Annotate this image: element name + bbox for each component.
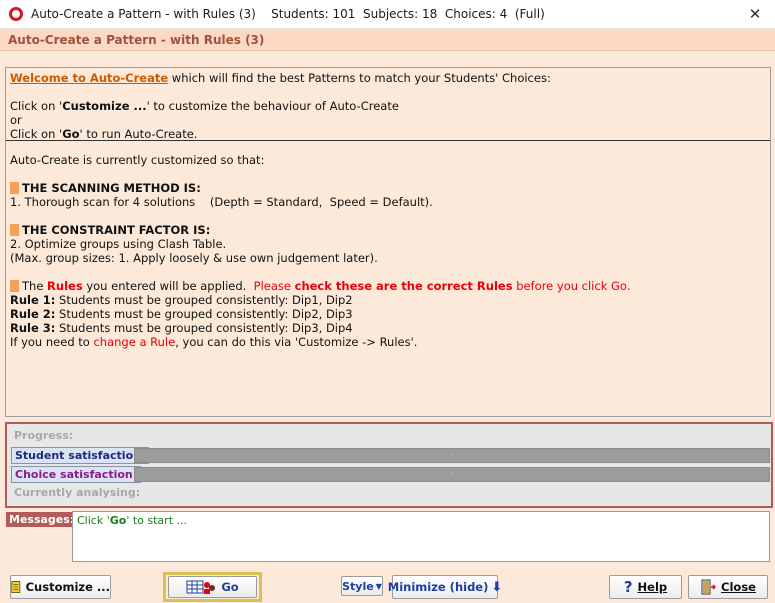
go-instr-pre: Click on ' <box>10 127 63 141</box>
go-button-label: Go <box>221 580 239 594</box>
rule-row: Rule 1: Students must be grouped consist… <box>10 293 770 307</box>
rule-text: Students must be grouped consistently: D… <box>55 307 353 321</box>
customize-button[interactable]: Customize ... <box>10 575 111 599</box>
customize-button-label: Customize ... <box>25 580 110 594</box>
progress-label: Progress: <box>14 429 74 442</box>
window-title: Auto-Create a Pattern - with Rules (3) S… <box>31 7 545 21</box>
section-marker <box>10 182 19 194</box>
close-button-label: Close <box>721 580 756 594</box>
customize-instr-post: ' to customize the behaviour of Auto-Cre… <box>146 99 399 113</box>
constraint-heading: THE CONSTRAINT FACTOR IS: <box>22 223 211 237</box>
rule-row: Rule 2: Students must be grouped consist… <box>10 307 770 321</box>
minimize-button[interactable]: Minimize (hide) ⬇ <box>388 575 502 599</box>
constraint-line-1: 2. Optimize groups using Clash Table. <box>10 237 227 251</box>
rules-mid: you entered will be applied. <box>82 279 254 293</box>
student-satisfaction-bar: - <box>134 448 770 463</box>
scan-line: 1. Thorough scan for 4 solutions (Depth … <box>10 195 433 209</box>
rule-label: Rule 3: <box>10 321 56 335</box>
choice-bar-marker: - <box>450 469 453 478</box>
scan-heading: THE SCANNING METHOD IS: <box>22 181 201 195</box>
change-rule-link[interactable]: change a Rule <box>93 335 175 349</box>
rules-word: Rules <box>47 279 83 293</box>
title-bar: Auto-Create a Pattern - with Rules (3) S… <box>0 0 775 29</box>
go-button[interactable]: Go <box>168 576 257 598</box>
arrow-down-icon: ⬇ <box>491 579 503 595</box>
customized-intro: Auto-Create is currently customized so t… <box>10 153 265 167</box>
help-button-label: Help <box>637 580 668 594</box>
currently-analysing-label: Currently analysing: <box>14 486 141 499</box>
page-header: Auto-Create a Pattern - with Rules (3) <box>0 29 775 51</box>
student-bar-marker: - <box>450 450 453 459</box>
rule-row: Rule 3: Students must be grouped consist… <box>10 321 770 335</box>
welcome-text: which will find the best Patterns to mat… <box>168 71 551 85</box>
change-rule-pre: If you need to <box>10 335 94 349</box>
rules-before: before you click Go. <box>512 279 631 293</box>
go-instr-post: ' to run Auto-Create. <box>79 127 198 141</box>
minimize-button-label: Minimize (hide) <box>387 580 489 594</box>
progress-panel: Progress: Student satisfaction: - Choice… <box>5 422 773 508</box>
rule-text: Students must be grouped consistently: D… <box>55 321 353 335</box>
section-marker <box>10 280 19 292</box>
exit-door-icon <box>701 579 717 595</box>
rule-label: Rule 2: <box>10 307 56 321</box>
app-icon <box>9 7 23 21</box>
constraint-line-2: (Max. group sizes: 1. Apply loosely & us… <box>10 251 378 265</box>
choice-satisfaction-bar: - <box>134 467 770 482</box>
customize-instr-pre: Click on ' <box>10 99 63 113</box>
grid-people-icon <box>186 580 216 594</box>
rules-intro: The <box>22 279 48 293</box>
message-pre: Click ' <box>77 514 110 527</box>
rules-please: Please <box>253 279 295 293</box>
rules-check: check these are the correct Rules <box>294 279 513 293</box>
info-panel: Welcome to Auto-Create which will find t… <box>5 67 771 417</box>
message-post: ' to start ... <box>126 514 187 527</box>
divider <box>6 140 770 141</box>
messages-box: Click 'Go' to start ... <box>72 511 770 562</box>
close-button[interactable]: Close <box>688 575 768 599</box>
document-icon <box>11 581 21 593</box>
change-rule-post: , you can do this via 'Customize -> Rule… <box>175 335 418 349</box>
question-mark-icon: ? <box>623 578 633 596</box>
section-marker <box>10 224 19 236</box>
close-icon[interactable]: ✕ <box>747 5 763 23</box>
messages-label: Messages: <box>6 512 78 527</box>
go-instr-bold: Go <box>62 127 80 141</box>
style-dropdown[interactable]: Style ▼ <box>341 576 383 596</box>
help-button[interactable]: ? Help <box>609 575 682 599</box>
style-dropdown-label: Style <box>342 579 374 593</box>
message-bold: Go <box>109 514 127 527</box>
chevron-down-icon: ▼ <box>375 581 382 591</box>
welcome-link[interactable]: Welcome to Auto-Create <box>10 71 168 85</box>
choice-satisfaction-button[interactable]: Choice satisfaction: <box>11 466 142 483</box>
rule-label: Rule 1: <box>10 293 56 307</box>
rule-text: Students must be grouped consistently: D… <box>55 293 353 307</box>
customize-instr-bold: Customize ... <box>62 99 147 113</box>
or-text: or <box>10 113 22 127</box>
student-satisfaction-button[interactable]: Student satisfaction: <box>11 447 150 464</box>
